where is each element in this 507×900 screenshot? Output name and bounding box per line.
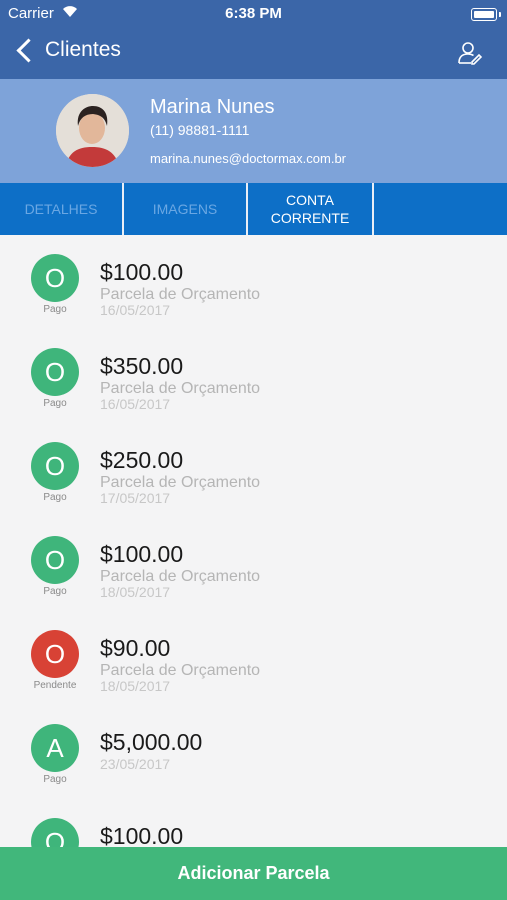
status-label: Pago: [43, 774, 67, 785]
status-circle[interactable]: O: [31, 818, 79, 847]
battery-icon: [471, 8, 501, 21]
amount: $250.00: [100, 447, 184, 473]
date: 17/05/2017: [100, 490, 171, 506]
client-email: marina.nunes@doctormax.com.br: [150, 151, 346, 166]
status-label: Pago: [43, 492, 67, 503]
date: 16/05/2017: [100, 302, 171, 318]
amount: $90.00: [100, 635, 171, 661]
amount: $100.00: [100, 541, 184, 567]
status-circle[interactable]: O: [31, 442, 79, 490]
back-button-label: Clientes: [45, 38, 121, 61]
amount: $100.00: [100, 823, 184, 847]
client-name: Marina Nunes: [150, 96, 275, 118]
status-bar: Carrier 6:38 PM: [0, 0, 507, 28]
back-button[interactable]: Clientes: [14, 37, 121, 63]
status-label: Pago: [43, 586, 67, 597]
status-label: Pago: [43, 398, 67, 409]
tab-conta-corrente[interactable]: CONTA CORRENTE: [248, 183, 374, 235]
status-label: Pago: [43, 304, 67, 315]
status-circle[interactable]: O: [31, 254, 79, 302]
chevron-left-icon: [16, 37, 41, 63]
date: 16/05/2017: [100, 396, 171, 412]
list-item[interactable]: O Pendente $90.00 Parcela de Orçamento 1…: [0, 611, 507, 705]
status-circle[interactable]: O: [31, 630, 79, 678]
status-label: Pendente: [33, 680, 77, 691]
date: 18/05/2017: [100, 584, 171, 600]
date: 23/05/2017: [100, 756, 171, 772]
amount: $350.00: [100, 353, 184, 379]
tab-bar: DETALHES IMAGENS CONTA CORRENTE: [0, 183, 507, 235]
tab-imagens[interactable]: IMAGENS: [124, 183, 248, 235]
installment-list[interactable]: O Pago $100.00 Parcela de Orçamento 16/0…: [0, 235, 507, 847]
amount: $100.00: [100, 259, 184, 285]
navigation-bar: Clientes: [0, 28, 507, 79]
client-profile-header: Marina Nunes (11) 98881-1111 marina.nune…: [0, 79, 507, 183]
user-edit-icon[interactable]: [457, 40, 483, 71]
status-circle[interactable]: O: [31, 348, 79, 396]
list-item[interactable]: O Pago $350.00 Parcela de Orçamento 16/0…: [0, 329, 507, 423]
status-circle[interactable]: A: [31, 724, 79, 772]
status-circle[interactable]: O: [31, 536, 79, 584]
list-item[interactable]: O $100.00: [0, 799, 507, 847]
list-item[interactable]: O Pago $250.00 Parcela de Orçamento 17/0…: [0, 423, 507, 517]
tab-bar-filler: [374, 183, 507, 235]
list-item[interactable]: O Pago $100.00 Parcela de Orçamento 18/0…: [0, 517, 507, 611]
list-item[interactable]: O Pago $100.00 Parcela de Orçamento 16/0…: [0, 235, 507, 329]
clock: 6:38 PM: [225, 5, 282, 22]
list-item[interactable]: A Pago $5,000.00 23/05/2017: [0, 705, 507, 799]
amount: $5,000.00: [100, 729, 203, 755]
client-phone: (11) 98881-1111: [150, 122, 250, 138]
date: 18/05/2017: [100, 678, 171, 694]
tab-detalhes[interactable]: DETALHES: [0, 183, 124, 235]
avatar[interactable]: [56, 94, 129, 167]
add-installment-button[interactable]: Adicionar Parcela: [0, 847, 507, 900]
